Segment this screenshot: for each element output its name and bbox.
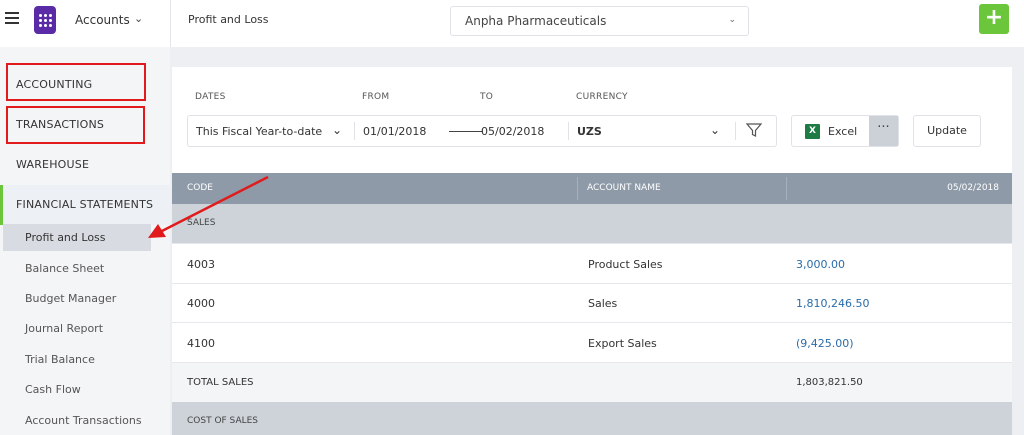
active-section-accent [0,185,3,225]
annotation-box-transactions [6,106,145,144]
table-row[interactable]: 4003 Product Sales 3,000.00 [172,244,1012,284]
total-row: TOTAL SALES 1,803,821.50 [172,363,1012,403]
excel-label: Excel [828,125,858,138]
from-label: FROM [362,92,390,102]
account-code: 4100 [187,337,215,350]
currency-select[interactable]: UZS [577,125,602,138]
excel-export-button[interactable]: X Excel ··· [791,115,899,147]
table-header: CODE ACCOUNT NAME 05/02/2018 [172,173,1012,204]
table-row[interactable]: 4000 Sales 1,810,246.50 [172,283,1012,323]
account-amount-link[interactable]: 3,000.00 [796,258,845,271]
sidebar-section-financial-statements[interactable]: FINANCIAL STATEMENTS [16,198,153,211]
company-select[interactable]: Anpha Pharmaceuticals ⌄ [450,6,749,36]
company-name: Anpha Pharmaceuticals [465,14,607,28]
account-amount-link[interactable]: 1,810,246.50 [796,297,869,310]
sidebar-item-trial-balance[interactable]: Trial Balance [25,353,95,366]
report-card: DATES FROM TO CURRENCY This Fiscal Year-… [172,67,1012,435]
currency-label: CURRENCY [576,92,628,102]
sidebar-section-warehouse[interactable]: WAREHOUSE [16,158,89,171]
account-code: 4000 [187,297,215,310]
sidebar-item-profit-and-loss[interactable]: Profit and Loss [25,231,106,244]
app-switcher-label[interactable]: Accounts [75,13,130,27]
chevron-down-icon: ⌄ [728,15,736,25]
add-button[interactable]: + [979,4,1009,34]
sidebar-item-balance-sheet[interactable]: Balance Sheet [25,262,104,275]
update-button[interactable]: Update [913,115,981,147]
sidebar-item-cash-flow[interactable]: Cash Flow [25,383,81,396]
section-row-sales: SALES [172,204,1012,244]
account-amount-link[interactable]: (9,425.00) [796,337,854,350]
more-options-button[interactable]: ··· [869,116,898,146]
divider [354,122,355,140]
top-bar: Accounts ⌄ Profit and Loss Anpha Pharmac… [0,0,1024,47]
sidebar-item-account-transactions[interactable]: Account Transactions [25,414,142,427]
section-label: COST OF SALES [187,416,259,426]
to-date-input[interactable]: 05/02/2018 [481,125,544,138]
dates-label: DATES [195,92,226,102]
chevron-down-icon[interactable]: ⌄ [710,123,720,137]
column-header-account-name[interactable]: ACCOUNT NAME [587,183,661,193]
excel-icon: X [805,124,820,139]
filter-bar: This Fiscal Year-to-date ⌄ 01/01/2018 05… [187,115,777,147]
page-title: Profit and Loss [188,13,269,26]
sidebar-item-journal-report[interactable]: Journal Report [25,322,103,335]
chevron-down-icon[interactable]: ⌄ [332,123,342,137]
annotation-box-accounting [6,63,146,101]
column-header-code[interactable]: CODE [187,183,213,193]
to-label: TO [480,92,494,102]
divider [170,0,171,47]
filter-icon[interactable] [745,123,763,141]
column-divider [786,177,787,200]
chevron-down-icon[interactable]: ⌄ [134,12,143,25]
from-date-input[interactable]: 01/01/2018 [363,125,426,138]
divider [568,122,569,140]
divider [735,122,736,140]
account-name: Sales [588,297,618,310]
section-label: SALES [187,218,216,228]
sidebar-item-budget-manager[interactable]: Budget Manager [25,292,116,305]
app-logo-icon[interactable] [34,6,56,34]
column-divider [577,177,578,200]
menu-icon[interactable] [5,12,19,26]
account-name: Export Sales [588,337,657,350]
total-label: TOTAL SALES [187,377,254,388]
account-code: 4003 [187,258,215,271]
dates-select[interactable]: This Fiscal Year-to-date [196,125,322,138]
date-range-dash [449,131,483,132]
account-name: Product Sales [588,258,663,271]
column-header-date[interactable]: 05/02/2018 [947,183,999,193]
section-row-cost-of-sales: COST OF SALES [172,402,1012,435]
table-row[interactable]: 4100 Export Sales (9,425.00) [172,323,1012,363]
total-amount: 1,803,821.50 [796,377,863,388]
